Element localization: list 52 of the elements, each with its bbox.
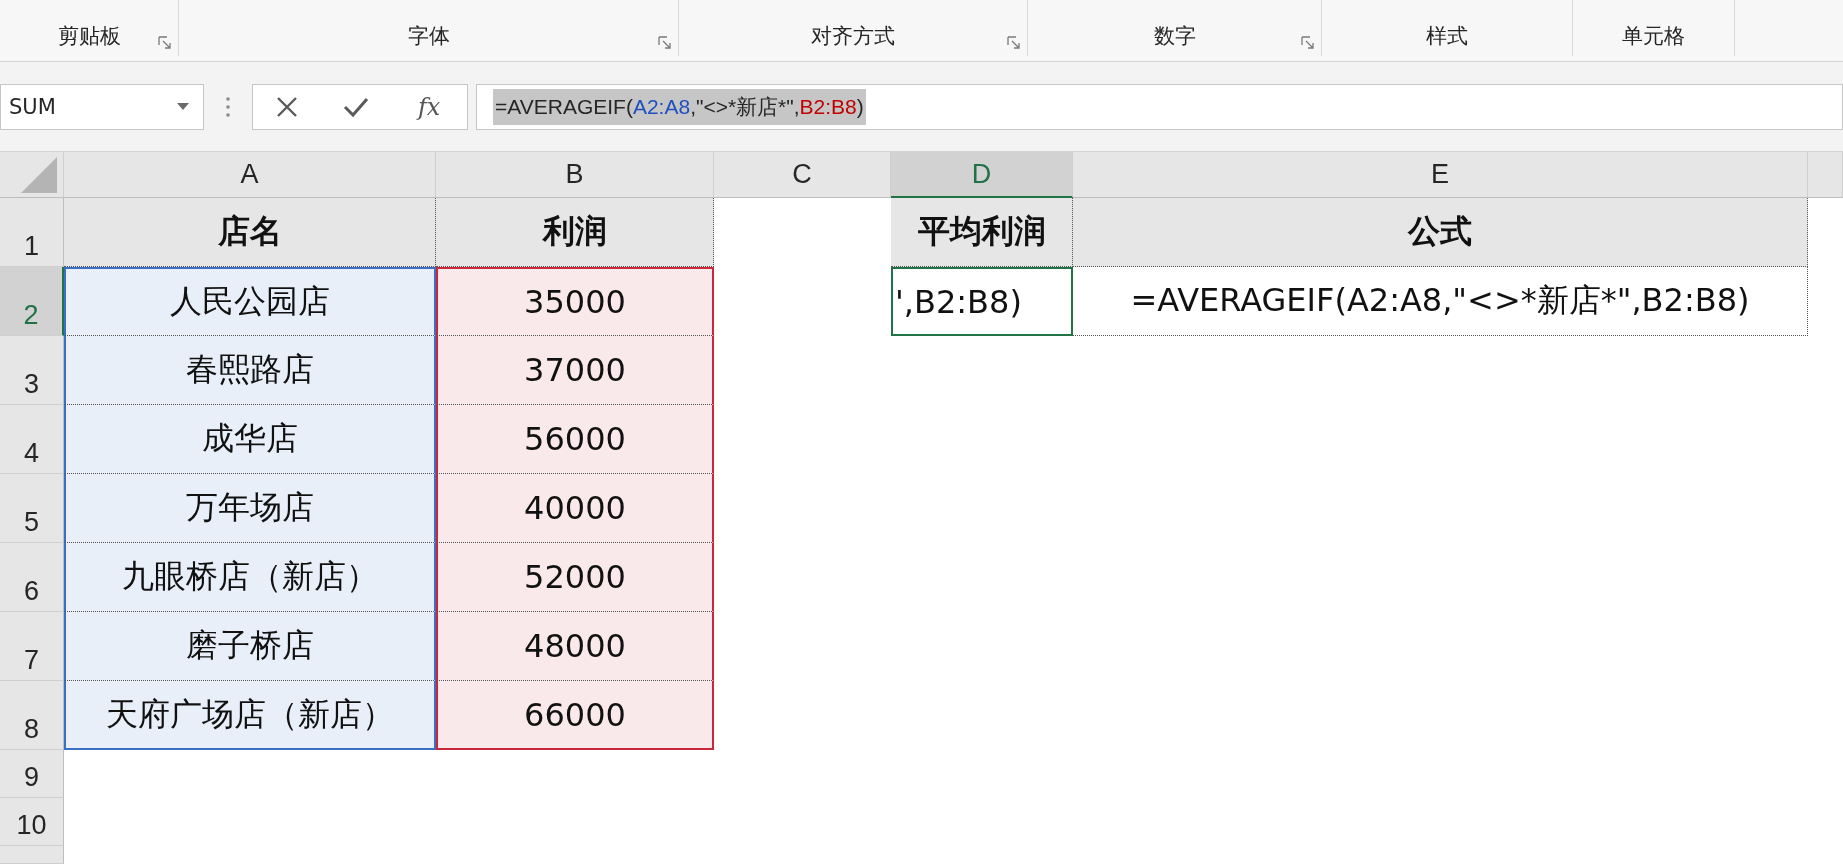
ribbon-group-label: 剪贴板 (57, 23, 121, 50)
table-cell[interactable]: 春熙路店 (64, 336, 436, 405)
check-icon[interactable] (342, 95, 369, 118)
column-header[interactable]: D (891, 152, 1073, 198)
dropdown-caret-icon[interactable] (177, 102, 189, 111)
column-header[interactable]: C (714, 152, 891, 198)
row-header[interactable]: 8 (0, 681, 64, 750)
dialog-launcher-icon[interactable] (158, 36, 172, 50)
ribbon-group-label: 数字 (1153, 23, 1196, 50)
row-header[interactable]: 10 (0, 798, 64, 846)
dialog-launcher-icon[interactable] (658, 36, 672, 50)
ribbon-group-label: 对齐方式 (811, 23, 895, 50)
dialog-launcher-icon[interactable] (1007, 36, 1021, 50)
table-cell[interactable]: =AVERAGEIF(A2:A8,"<>*新店*",B2:B8) (1073, 267, 1808, 336)
row-header[interactable]: 6 (0, 543, 64, 612)
cancel-icon[interactable] (275, 95, 298, 118)
active-cell[interactable]: ',B2:B8) (891, 267, 1073, 336)
table-cell[interactable]: 利润 (436, 198, 714, 267)
formula-input[interactable]: =AVERAGEIF(A2:A8,"<>*新店*",B2:B8) (493, 88, 866, 125)
table-cell[interactable]: 35000 (436, 267, 714, 336)
table-cell[interactable]: 公式 (1073, 198, 1808, 267)
name-box[interactable]: SUM (0, 83, 204, 130)
row-header[interactable]: 1 (0, 198, 64, 267)
table-cell[interactable]: 万年场店 (64, 474, 436, 543)
dialog-launcher-icon[interactable] (1301, 36, 1315, 50)
table-cell[interactable]: 48000 (436, 612, 714, 681)
table-cell[interactable]: 平均利润 (891, 198, 1073, 267)
table-cell[interactable]: 40000 (436, 474, 714, 543)
table-cell[interactable]: 56000 (436, 405, 714, 474)
more-options-icon[interactable] (226, 96, 230, 117)
row-header[interactable]: 2 (0, 267, 64, 336)
column-header[interactable]: A (64, 152, 436, 198)
table-cell[interactable]: 店名 (64, 198, 436, 267)
table-cell[interactable]: 37000 (436, 336, 714, 405)
insert-function-button[interactable]: fx (413, 92, 445, 121)
ribbon-group-label: 样式 (1426, 23, 1468, 50)
table-cell[interactable]: 天府广场店（新店） (64, 681, 436, 750)
row-header[interactable]: 5 (0, 474, 64, 543)
row-header[interactable]: 7 (0, 612, 64, 681)
row-header[interactable]: 4 (0, 405, 64, 474)
row-header[interactable]: 3 (0, 336, 64, 405)
ribbon-group-label: 字体 (407, 23, 450, 50)
column-header[interactable]: B (436, 152, 714, 198)
table-cell[interactable]: 人民公园店 (64, 267, 436, 336)
table-cell[interactable]: 成华店 (64, 405, 436, 474)
table-cell[interactable]: 66000 (436, 681, 714, 750)
row-header[interactable]: 9 (0, 750, 64, 798)
table-cell[interactable]: 52000 (436, 543, 714, 612)
ribbon-group-label: 单元格 (1622, 23, 1685, 50)
table-cell[interactable]: 九眼桥店（新店） (64, 543, 436, 612)
table-cell[interactable]: 磨子桥店 (64, 612, 436, 681)
column-header[interactable]: E (1073, 152, 1808, 198)
